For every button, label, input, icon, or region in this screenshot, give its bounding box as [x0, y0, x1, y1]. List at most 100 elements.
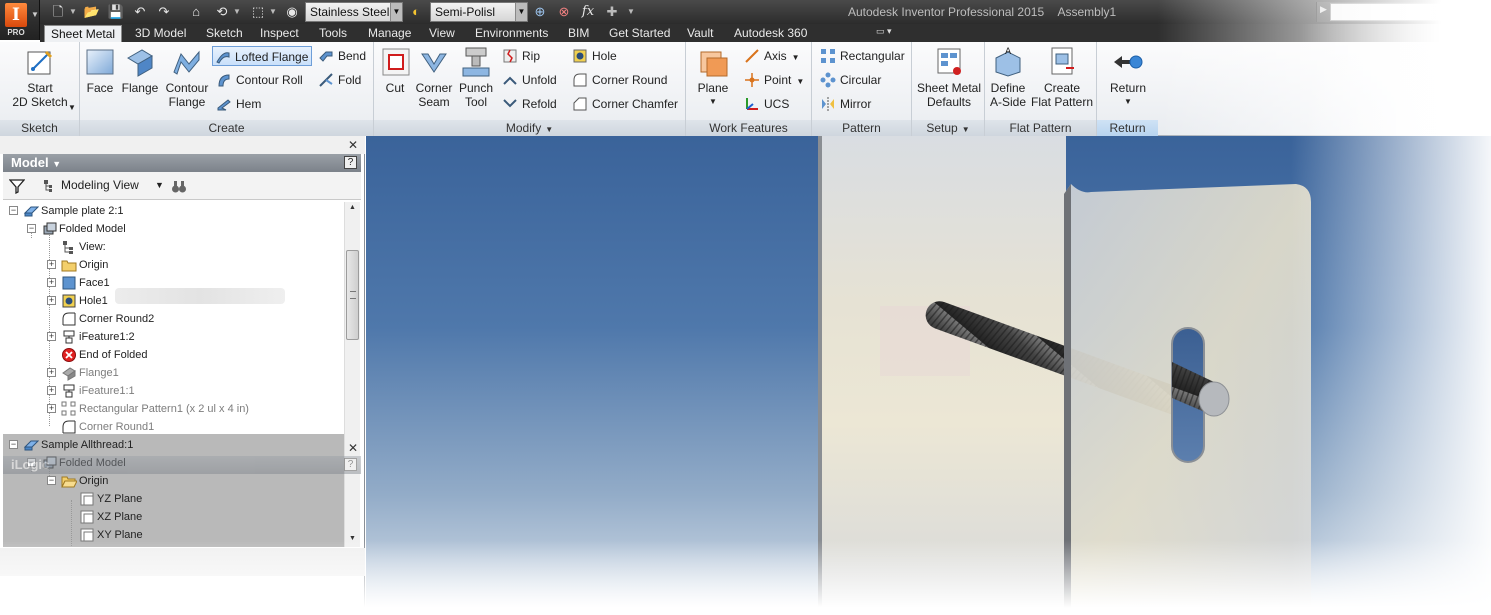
collapse-icon[interactable]: −: [9, 206, 18, 215]
point-button[interactable]: Point ▼: [742, 70, 804, 90]
expand-icon[interactable]: +: [47, 260, 56, 269]
expand-icon[interactable]: +: [47, 332, 56, 341]
update-icon[interactable]: ⟲: [212, 3, 232, 21]
tree-node[interactable]: XZ Plane: [3, 508, 345, 526]
tree-node[interactable]: YZ Plane: [3, 490, 345, 508]
create-flat-pattern-button[interactable]: Create Flat Pattern: [1029, 46, 1095, 109]
sheet-metal-defaults-button[interactable]: Sheet Metal Defaults: [914, 46, 984, 109]
tree-node[interactable]: + iFeature1:2: [3, 328, 345, 346]
graphics-viewport[interactable]: [366, 136, 1491, 615]
contour-roll-button[interactable]: Contour Roll: [214, 70, 303, 90]
close-icon[interactable]: ✕: [348, 138, 358, 152]
tab-sheet-metal[interactable]: Sheet Metal: [44, 25, 123, 42]
scroll-thumb[interactable]: [346, 250, 359, 340]
contour-flange-button[interactable]: Contour Flange: [164, 46, 210, 109]
add-icon[interactable]: ✚: [602, 3, 622, 21]
application-menu-button[interactable]: I PRO ▼: [0, 0, 40, 40]
help-icon[interactable]: ?: [344, 458, 357, 471]
corner-seam-button[interactable]: Corner Seam: [414, 46, 454, 109]
material-select[interactable]: Stainless Steel ▼: [305, 2, 403, 22]
axis-button[interactable]: Axis ▼: [742, 46, 800, 66]
tab-sketch[interactable]: Sketch: [200, 25, 249, 42]
collapse-icon[interactable]: −: [47, 476, 56, 485]
tree-node[interactable]: Corner Round1: [3, 418, 345, 436]
start-2d-sketch-button[interactable]: Start 2D Sketch ▼: [6, 46, 76, 112]
collapse-icon[interactable]: −: [9, 440, 18, 449]
select-icon[interactable]: ⬚: [248, 3, 268, 21]
tab-bim[interactable]: BIM: [562, 25, 595, 42]
unfold-button[interactable]: Unfold: [500, 70, 557, 90]
refold-button[interactable]: Refold: [500, 94, 557, 114]
tree-node[interactable]: − Sample plate 2:1: [3, 202, 345, 220]
tree-node[interactable]: − Origin: [3, 472, 345, 490]
tree-node[interactable]: End of Folded: [3, 346, 345, 364]
corner-round-button[interactable]: Corner Round: [570, 70, 667, 90]
expand-icon[interactable]: +: [47, 368, 56, 377]
scroll-down-icon[interactable]: ▼: [349, 535, 356, 542]
tree-node[interactable]: − Folded Model: [3, 220, 345, 238]
hem-button[interactable]: Hem: [214, 94, 261, 114]
redo-icon[interactable]: ↷: [154, 3, 174, 21]
tab-environments[interactable]: Environments: [469, 25, 554, 42]
tree-node[interactable]: XY Plane: [3, 526, 345, 544]
scroll-up-icon[interactable]: ▲: [349, 204, 356, 211]
binoculars-icon[interactable]: [171, 178, 187, 194]
save-icon[interactable]: 💾: [106, 3, 126, 21]
punch-tool-button[interactable]: Punch Tool: [456, 46, 496, 109]
tab-manage[interactable]: Manage: [362, 25, 417, 42]
collapse-icon[interactable]: −: [27, 224, 36, 233]
tree-node[interactable]: Corner Round2: [3, 310, 345, 328]
tree-node[interactable]: + iFeature1:1: [3, 382, 345, 400]
tree-node[interactable]: + Origin: [3, 256, 345, 274]
material-globe-icon[interactable]: ◉: [282, 3, 302, 21]
tree-node[interactable]: + Rectangular Pattern1 (x 2 ul x 4 in): [3, 400, 345, 418]
tab-inspect[interactable]: Inspect: [254, 25, 305, 42]
ucs-button[interactable]: UCS: [742, 94, 789, 114]
ribbon-display-options-icon[interactable]: ▭ ▾: [876, 26, 902, 39]
tree-scrollbar[interactable]: ▲ ▼: [344, 202, 360, 547]
bend-button[interactable]: Bend: [316, 46, 366, 66]
ilogic-browser-header[interactable]: iLogic ?: [3, 456, 361, 474]
browser-view-select[interactable]: Modeling View: [43, 178, 139, 192]
appearance-select[interactable]: Semi-Polisl ▼: [430, 2, 528, 22]
home-icon[interactable]: ⌂: [186, 3, 206, 21]
flange-button[interactable]: Flange: [120, 46, 160, 95]
rectangular-pattern-button[interactable]: Rectangular: [818, 46, 905, 66]
open-icon[interactable]: 📂: [82, 3, 102, 21]
tab-tools[interactable]: Tools: [313, 25, 353, 42]
tab-vault[interactable]: Vault: [681, 25, 719, 42]
clear-appearance-icon[interactable]: ⊗: [554, 3, 574, 21]
lofted-flange-button[interactable]: Lofted Flange: [212, 46, 312, 66]
browser-header[interactable]: Model ▼ ?: [3, 154, 361, 172]
tree-node[interactable]: − Sample Allthread:1: [3, 436, 345, 454]
chevron-down-icon[interactable]: ▼: [155, 180, 164, 190]
browser-splitter[interactable]: [0, 548, 365, 576]
mirror-button[interactable]: Mirror: [818, 94, 871, 114]
tab-autodesk-360[interactable]: Autodesk 360: [728, 25, 813, 42]
expand-icon[interactable]: +: [47, 296, 56, 305]
expand-icon[interactable]: +: [47, 404, 56, 413]
update-dropdown-icon[interactable]: ▼: [232, 3, 242, 21]
browser-title[interactable]: Model ▼: [11, 155, 61, 170]
select-dropdown-icon[interactable]: ▼: [268, 3, 278, 21]
appearance-icon[interactable]: ◐: [406, 3, 426, 21]
expand-icon[interactable]: +: [47, 278, 56, 287]
plane-button[interactable]: Plane ▼: [694, 46, 732, 109]
tree-node[interactable]: View:: [3, 238, 345, 256]
return-button[interactable]: Return ▼: [1103, 46, 1153, 109]
tab-3d-model[interactable]: 3D Model: [129, 25, 192, 42]
define-a-side-button[interactable]: A Define A-Side: [987, 46, 1029, 109]
tab-get-started[interactable]: Get Started: [603, 25, 676, 42]
new-icon[interactable]: 🗋: [48, 3, 68, 21]
tab-view[interactable]: View: [423, 25, 461, 42]
panel-label-setup[interactable]: Setup ▼: [912, 120, 984, 136]
filter-icon[interactable]: [9, 178, 25, 194]
tree-node[interactable]: + Face1: [3, 274, 345, 292]
parameters-fx-icon[interactable]: fx: [578, 3, 598, 21]
close-icon[interactable]: ✕: [348, 441, 358, 455]
face-button[interactable]: Face: [84, 46, 116, 95]
panel-label-modify[interactable]: Modify ▼: [374, 120, 685, 136]
tree-node[interactable]: + Hole1: [3, 292, 345, 310]
undo-icon[interactable]: ↶: [130, 3, 150, 21]
hole-button[interactable]: Hole: [570, 46, 617, 66]
